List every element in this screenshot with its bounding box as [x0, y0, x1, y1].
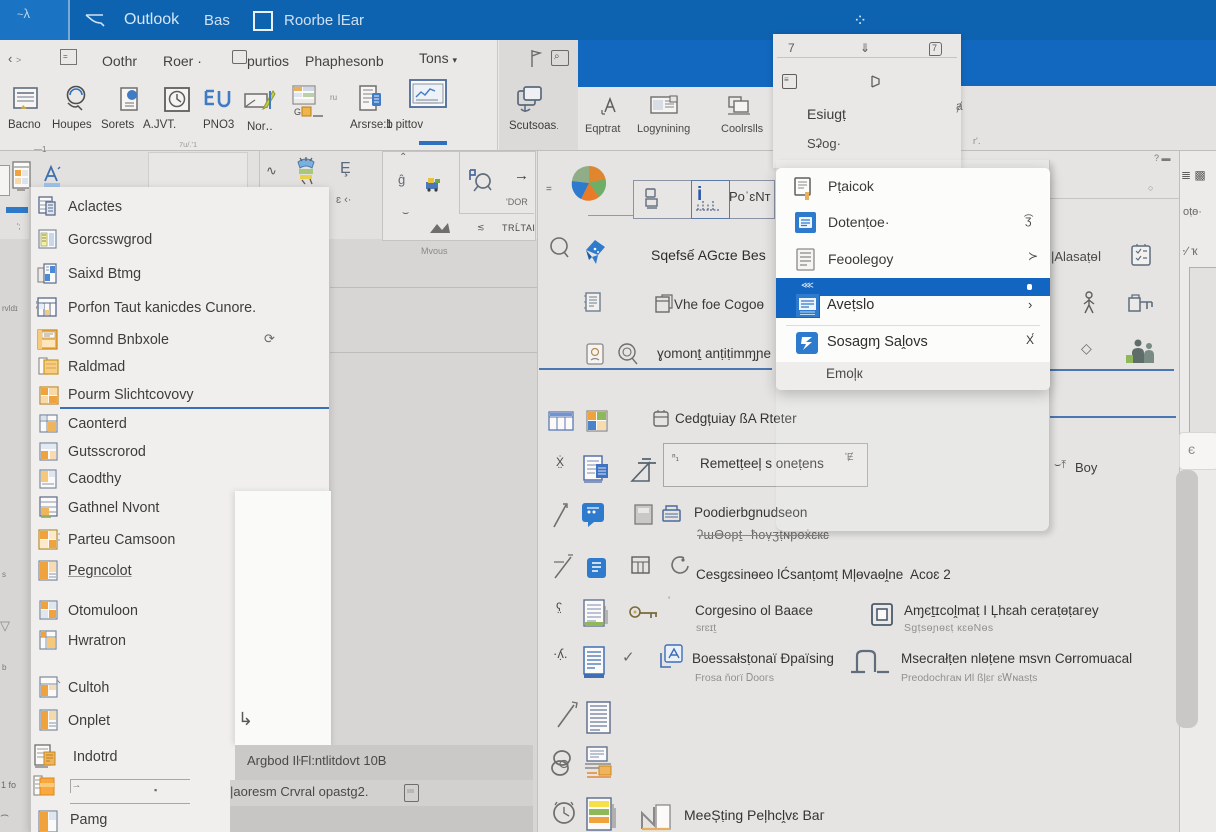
svg-text:G: G	[294, 107, 301, 117]
